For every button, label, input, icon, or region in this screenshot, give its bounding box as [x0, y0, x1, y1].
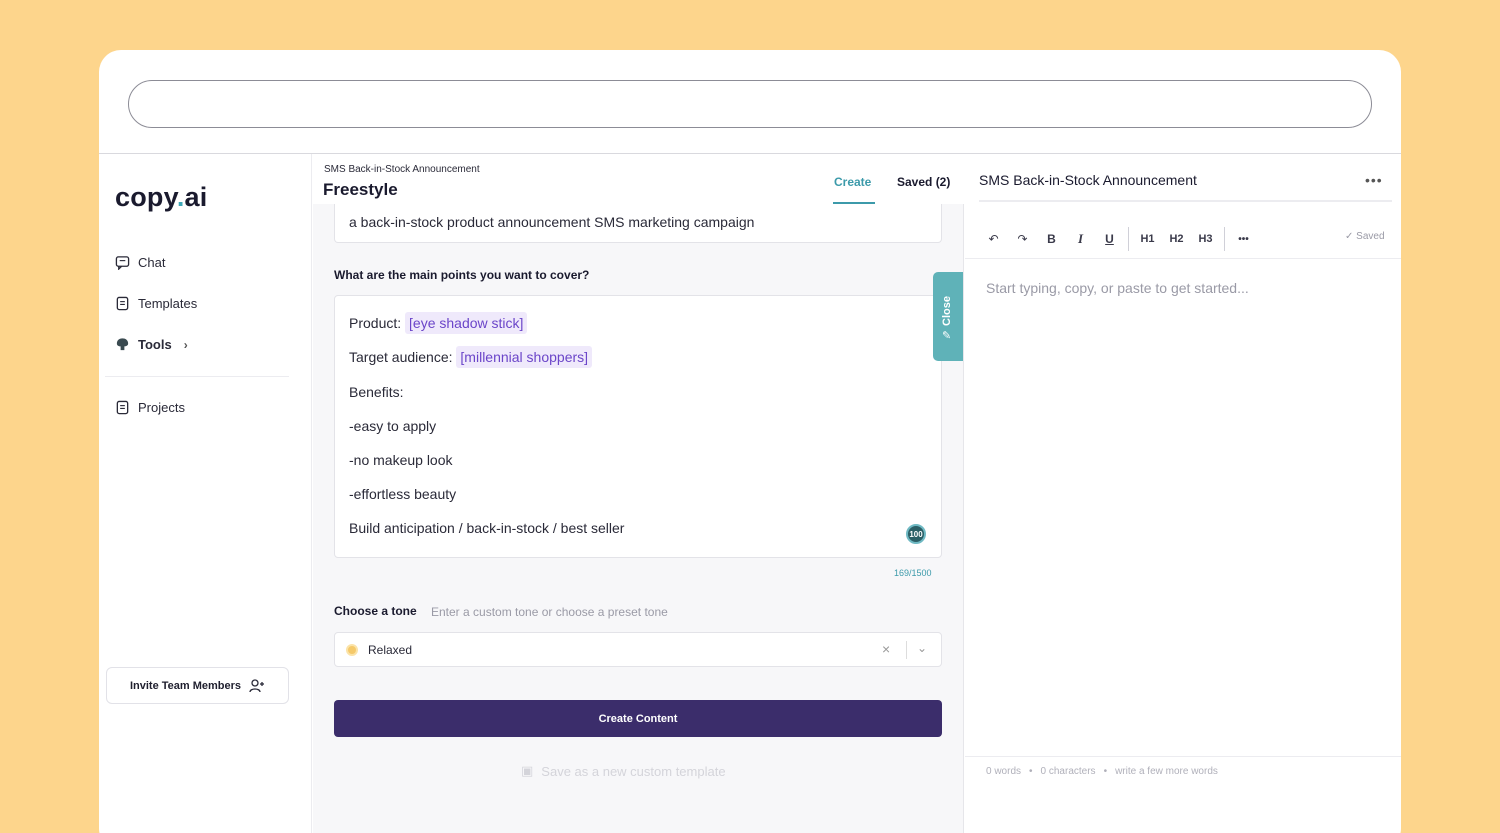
underline-button[interactable]: U — [1095, 232, 1124, 246]
tone-value: Relaxed — [368, 643, 413, 657]
text-line: -effortless beauty — [349, 486, 457, 502]
editor-panel: SMS Back-in-Stock Announcement ••• ↶ ↷ B… — [965, 154, 1401, 833]
text-line: -easy to apply — [349, 418, 437, 434]
document-title[interactable]: SMS Back-in-Stock Announcement — [979, 172, 1197, 188]
save-template-label: Save as a new custom template — [541, 763, 726, 779]
sidebar-item-label: Tools — [138, 337, 172, 352]
h1-button[interactable]: H1 — [1133, 233, 1162, 245]
grammar-badge[interactable]: 100 — [906, 524, 926, 544]
sidebar-item-label: Projects — [138, 400, 185, 415]
bullet-separator: • — [1103, 766, 1108, 777]
sun-icon — [346, 644, 358, 656]
tab-create[interactable]: Create — [834, 175, 871, 189]
points-textarea[interactable]: Product: [eye shadow stick] Target audie… — [334, 295, 942, 558]
close-label: Close — [941, 296, 953, 326]
add-user-icon — [249, 678, 265, 692]
logo: copy.ai — [115, 182, 208, 212]
redo-icon[interactable]: ↷ — [1008, 232, 1037, 246]
bold-button[interactable]: B — [1037, 232, 1066, 246]
invite-team-button[interactable]: Invite Team Members — [106, 667, 289, 704]
word-count: 0 words — [986, 766, 1022, 777]
editor-stats: 0 words • 0 characters • write a few mor… — [986, 766, 1218, 777]
text-line: Build anticipation / back-in-stock / bes… — [349, 520, 625, 536]
points-label: What are the main points you want to cov… — [334, 268, 590, 282]
writing-hint: write a few more words — [1115, 766, 1218, 777]
more-options-icon[interactable]: ••• — [1365, 172, 1383, 188]
divider — [105, 376, 289, 377]
generator-panel: SMS Back-in-Stock Announcement Freestyle… — [313, 154, 964, 833]
tone-label: Choose a tone — [334, 604, 417, 618]
bullet-separator: • — [1029, 766, 1033, 777]
saved-status: ✓ Saved — [1345, 231, 1385, 242]
italic-button[interactable]: I — [1066, 231, 1095, 247]
character-count: 0 characters — [1040, 766, 1096, 777]
panel-header: SMS Back-in-Stock Announcement Freestyle… — [313, 154, 964, 204]
chevron-down-icon[interactable]: ⌄ — [917, 641, 927, 655]
tab-saved[interactable]: Saved (2) — [897, 175, 950, 189]
app-window: copy.ai Chat Templates Tools › Projects … — [99, 50, 1401, 833]
chat-icon — [115, 256, 130, 270]
document-icon — [116, 296, 129, 311]
text-line: Benefits: — [349, 384, 404, 400]
sidebar-item-tools[interactable]: Tools › — [115, 337, 188, 352]
folder-icon — [116, 400, 129, 415]
save-template-link[interactable]: ▣ Save as a new custom template — [521, 763, 726, 779]
sidebar-item-label: Templates — [138, 296, 198, 311]
sidebar-item-projects[interactable]: Projects — [115, 400, 185, 415]
tools-icon — [116, 338, 129, 351]
sidebar-item-label: Chat — [138, 255, 166, 270]
close-panel-tab[interactable]: Close ✎ — [933, 272, 963, 361]
address-bar[interactable] — [128, 80, 1372, 128]
divider — [965, 258, 1401, 259]
editor-toolbar: ↶ ↷ B I U H1 H2 H3 ••• — [979, 226, 1258, 252]
invite-label: Invite Team Members — [129, 679, 242, 692]
page-title: Freestyle — [323, 180, 398, 199]
text-line: -no makeup look — [349, 452, 453, 468]
text-line: Target audience: [millennial shoppers] — [349, 346, 593, 368]
tone-select[interactable]: Relaxed × ⌄ — [334, 632, 942, 667]
tone-hint: Enter a custom tone or choose a preset t… — [431, 605, 668, 619]
save-icon: ▣ — [521, 763, 534, 778]
character-count: 169/1500 — [894, 568, 932, 578]
editor-placeholder[interactable]: Start typing, copy, or paste to get star… — [986, 280, 1249, 296]
chevron-right-icon: › — [183, 337, 188, 352]
h2-button[interactable]: H2 — [1162, 233, 1191, 245]
sidebar-item-templates[interactable]: Templates — [115, 296, 197, 311]
h3-button[interactable]: H3 — [1191, 233, 1220, 245]
divider — [906, 641, 907, 659]
description-field[interactable]: a back-in-stock product announcement SMS… — [334, 204, 942, 243]
sidebar-item-chat[interactable]: Chat — [115, 255, 165, 270]
more-icon[interactable]: ••• — [1229, 234, 1258, 245]
sidebar: copy.ai Chat Templates Tools › Projects … — [99, 154, 312, 833]
divider — [965, 756, 1401, 757]
text-line: Product: [eye shadow stick] — [349, 312, 528, 334]
divider — [1128, 227, 1129, 251]
clear-icon[interactable]: × — [882, 641, 890, 657]
create-content-button[interactable]: Create Content — [334, 700, 942, 737]
divider — [979, 200, 1392, 202]
variable-chip: [eye shadow stick] — [405, 312, 528, 334]
breadcrumb: SMS Back-in-Stock Announcement — [324, 164, 480, 175]
pencil-icon: ✎ — [942, 330, 952, 342]
undo-icon[interactable]: ↶ — [979, 232, 1008, 246]
divider — [1224, 227, 1225, 251]
variable-chip: [millennial shoppers] — [456, 346, 593, 368]
